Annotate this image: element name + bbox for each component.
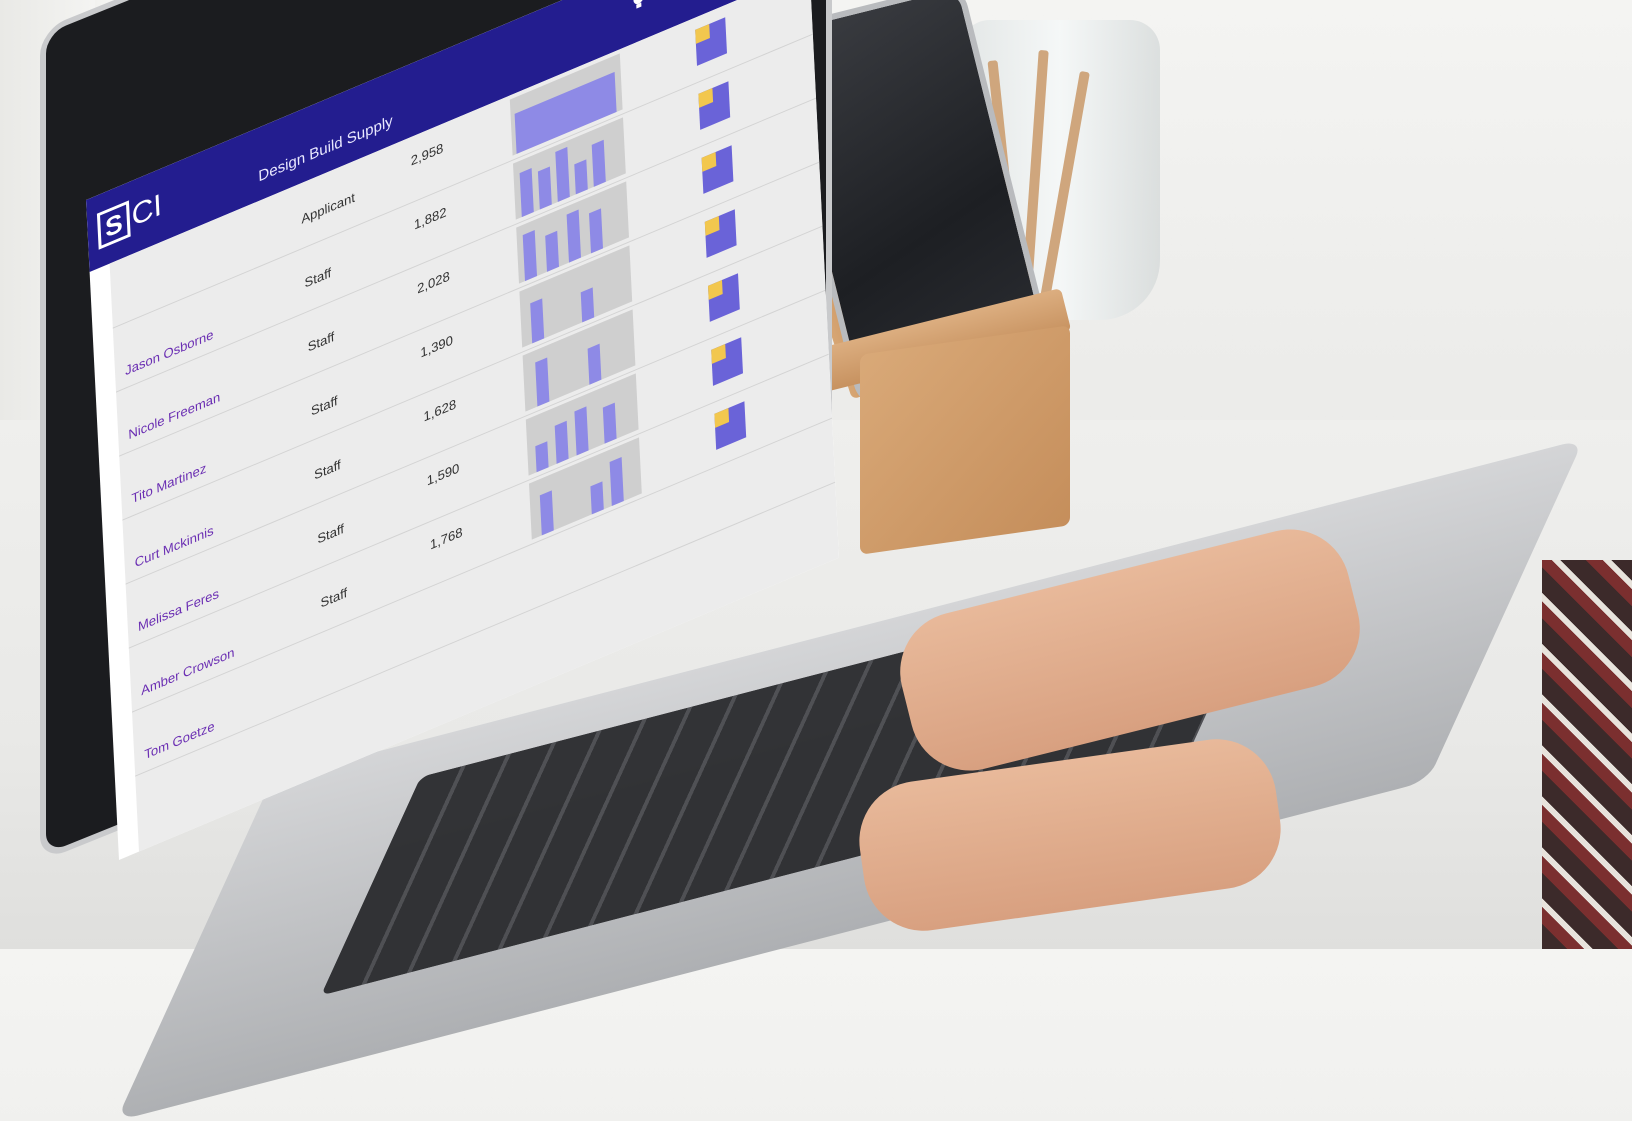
sparkbar bbox=[602, 402, 617, 444]
contacts-book-icon[interactable] bbox=[663, 0, 686, 2]
sparkbar bbox=[539, 490, 554, 536]
phone-stand-base bbox=[860, 325, 1070, 555]
sparkbar bbox=[537, 166, 552, 210]
sparkbar bbox=[554, 420, 569, 464]
status-square-icon bbox=[708, 273, 740, 322]
status-square-icon bbox=[695, 17, 727, 66]
sparkbar bbox=[590, 481, 604, 515]
staff-score: 1,590 bbox=[426, 459, 460, 489]
status-corner bbox=[698, 88, 714, 108]
sparkbar bbox=[589, 208, 603, 254]
status-square-icon bbox=[701, 145, 734, 194]
sparkbar bbox=[519, 168, 534, 218]
sparkbar bbox=[555, 146, 570, 202]
status-corner bbox=[695, 24, 710, 44]
staff-role: Staff bbox=[304, 264, 332, 291]
status-corner bbox=[711, 344, 726, 364]
sparkbar bbox=[580, 287, 595, 323]
sparkbar bbox=[522, 230, 537, 282]
sparkbar bbox=[535, 357, 550, 407]
staff-score: 1,768 bbox=[429, 523, 463, 553]
status-square-icon bbox=[711, 337, 743, 386]
staff-role: Staff bbox=[313, 456, 342, 483]
status-square-icon bbox=[698, 81, 731, 130]
sci-logo[interactable]: S CI bbox=[96, 187, 163, 250]
staff-score: 1,882 bbox=[413, 203, 447, 233]
status-corner bbox=[714, 408, 730, 428]
staff-role: Staff bbox=[307, 328, 335, 355]
sparkbar bbox=[566, 209, 581, 263]
staff-score: 2,028 bbox=[416, 267, 451, 297]
sparkbar bbox=[574, 406, 589, 456]
staff-role: Applicant bbox=[301, 189, 356, 227]
sparkbar bbox=[609, 456, 624, 506]
staff-score: 1,628 bbox=[423, 395, 457, 425]
staff-role: Staff bbox=[310, 392, 338, 419]
sparkbar bbox=[591, 139, 606, 187]
status-corner bbox=[704, 216, 720, 236]
staff-name-link[interactable]: Tom Goetze bbox=[144, 718, 215, 762]
sparkbar bbox=[587, 343, 602, 385]
sparkbar bbox=[535, 441, 549, 473]
staff-role: Staff bbox=[320, 584, 348, 611]
sparkbar bbox=[530, 298, 545, 344]
staff-role: Staff bbox=[317, 520, 345, 547]
status-square-icon bbox=[714, 401, 747, 450]
sparkbar bbox=[574, 159, 588, 195]
staff-score: 2,958 bbox=[410, 139, 444, 169]
logo-ci-letters: CI bbox=[130, 187, 163, 234]
lightbulb-icon[interactable] bbox=[627, 0, 650, 17]
status-corner bbox=[708, 280, 723, 300]
plaid-sleeve bbox=[1542, 560, 1632, 949]
sparkbar bbox=[545, 230, 559, 272]
logo-s-letter: S bbox=[96, 200, 131, 250]
status-corner bbox=[701, 152, 717, 172]
staff-score: 1,390 bbox=[420, 331, 454, 361]
status-square-icon bbox=[704, 209, 737, 258]
